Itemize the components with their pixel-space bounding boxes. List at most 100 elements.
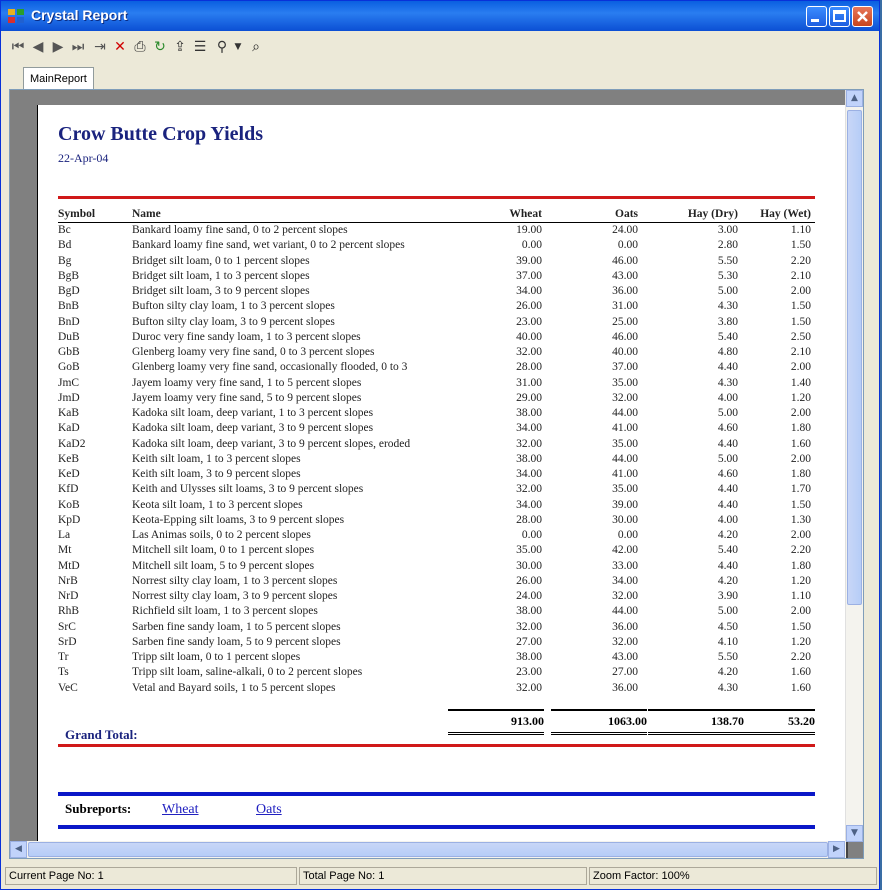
cell-wheat: 30.00 <box>516 559 542 572</box>
search-icon[interactable]: ⌕ <box>247 37 265 57</box>
subreport-bottom-line <box>58 825 815 829</box>
cell-symbol: SrD <box>58 635 77 648</box>
cell-hay-dry: 3.00 <box>717 224 738 236</box>
table-row: KaD Kadoka silt loam, deep variant, 3 to … <box>58 421 815 436</box>
cell-hay-wet: 2.00 <box>790 529 811 541</box>
subreport-top-line <box>58 792 815 796</box>
cell-wheat: 40.00 <box>516 330 542 343</box>
cell-hay-wet: 1.10 <box>790 590 811 602</box>
table-row: BgB Bridget silt loam, 1 to 3 percent slo… <box>58 269 815 284</box>
cell-wheat: 32.00 <box>516 346 542 358</box>
subreport-link-wheat[interactable]: Wheat <box>162 802 199 818</box>
table-row: KfD Keith and Ulysses silt loams, 3 to 9 … <box>58 482 815 497</box>
cell-symbol: MtD <box>58 559 80 572</box>
table-row: Tr Tripp silt loam, 0 to 1 percent slopes… <box>58 650 815 665</box>
cell-oats: 36.00 <box>612 285 638 297</box>
col-name: Name <box>132 208 161 220</box>
table-row: BnD Bufton silty clay loam, 3 to 9 percen… <box>58 315 815 330</box>
cell-hay-wet: 1.20 <box>790 391 811 404</box>
cell-hay-wet: 2.10 <box>790 346 811 358</box>
scroll-right-icon[interactable]: ▶ <box>828 841 845 858</box>
cell-name: Kadoka silt loam, deep variant, 3 to 9 p… <box>132 422 374 435</box>
cell-wheat: 23.00 <box>516 666 542 679</box>
scroll-up-icon[interactable]: ▲ <box>846 90 863 107</box>
export-icon[interactable]: ⇪ <box>171 37 189 57</box>
stop-icon[interactable]: ✕ <box>111 37 129 57</box>
cell-hay-dry: 3.80 <box>717 315 738 328</box>
group-tree-icon[interactable]: ☰ <box>191 37 209 57</box>
zoom-dropdown-icon[interactable]: ▼ <box>229 37 247 57</box>
previous-page-icon[interactable]: ◀ <box>29 37 47 57</box>
cell-wheat: 39.00 <box>516 254 542 267</box>
scroll-left-icon[interactable]: ◀ <box>10 841 27 858</box>
cell-hay-dry: 4.20 <box>717 574 738 587</box>
cell-wheat: 34.00 <box>516 468 542 480</box>
horizontal-scrollbar[interactable]: ◀ ▶ <box>10 841 846 858</box>
cell-hay-dry: 4.60 <box>717 468 738 480</box>
cell-symbol: KpD <box>58 513 81 526</box>
cell-symbol: KeD <box>58 468 80 480</box>
scroll-down-icon[interactable]: ▼ <box>846 825 863 842</box>
cell-hay-dry: 4.10 <box>717 635 738 648</box>
goto-page-icon[interactable]: ⇥ <box>91 37 109 57</box>
cell-name: Kadoka silt loam, deep variant, 3 to 9 p… <box>132 437 411 450</box>
tab-main-report[interactable]: MainReport <box>23 67 94 90</box>
cell-hay-wet: 2.00 <box>790 452 811 465</box>
cell-hay-dry: 4.20 <box>717 666 738 679</box>
cell-hay-wet: 2.20 <box>790 254 811 267</box>
cell-name: Tripp silt loam, saline-alkali, 0 to 2 p… <box>132 666 363 679</box>
cell-hay-wet: 1.80 <box>790 422 811 435</box>
table-row: BgD Bridget silt loam, 3 to 9 percent slo… <box>58 284 815 299</box>
cell-wheat: 38.00 <box>516 605 542 618</box>
vertical-scroll-thumb[interactable] <box>847 110 862 605</box>
table-row: DuB Duroc very fine sandy loam, 1 to 3 pe… <box>58 330 815 345</box>
cell-symbol: RhB <box>58 605 80 618</box>
table-row: KeB Keith silt loam, 1 to 3 percent slope… <box>58 452 815 467</box>
print-icon[interactable]: ⎙ <box>131 37 149 57</box>
col-wheat: Wheat <box>509 208 542 220</box>
table-row: La Las Animas soils, 0 to 2 percent slope… <box>58 528 815 543</box>
cell-name: Bridget silt loam, 1 to 3 percent slopes <box>132 269 310 282</box>
subreport-link-oats[interactable]: Oats <box>256 802 282 818</box>
report-viewport: Crow Butte Crop Yields 22-Apr-04 Symbol … <box>9 89 864 859</box>
cell-hay-wet: 1.30 <box>790 513 811 526</box>
last-page-icon[interactable]: ⏭ <box>69 37 87 57</box>
cell-hay-wet: 2.20 <box>790 651 811 663</box>
cell-wheat: 26.00 <box>516 574 542 587</box>
cell-name: Kadoka silt loam, deep variant, 1 to 3 p… <box>132 407 374 419</box>
cell-hay-dry: 4.30 <box>717 300 738 313</box>
cell-oats: 44.00 <box>612 452 638 465</box>
cell-wheat: 32.00 <box>516 681 542 694</box>
next-page-icon[interactable]: ▶ <box>49 37 67 57</box>
cell-name: Norrest silty clay loam, 1 to 3 percent … <box>132 574 338 587</box>
cell-oats: 0.00 <box>617 529 638 541</box>
cell-symbol: Bc <box>58 224 71 236</box>
cell-hay-wet: 1.60 <box>790 666 811 679</box>
maximize-button[interactable] <box>829 6 850 27</box>
minimize-button[interactable] <box>806 6 827 27</box>
cell-oats: 39.00 <box>612 498 638 511</box>
refresh-icon[interactable]: ↻ <box>151 37 169 57</box>
status-bar: Current Page No: 1 Total Page No: 1 Zoom… <box>5 867 879 887</box>
cell-name: Tripp silt loam, 0 to 1 percent slopes <box>132 651 301 663</box>
cell-wheat: 29.00 <box>516 391 542 404</box>
cell-hay-wet: 1.50 <box>790 620 811 633</box>
report-date: 22-Apr-04 <box>58 151 109 165</box>
cell-name: Bufton silty clay loam, 1 to 3 percent s… <box>132 300 335 313</box>
cell-hay-dry: 4.20 <box>717 529 738 541</box>
cell-symbol: JmC <box>58 376 80 389</box>
cell-oats: 44.00 <box>612 407 638 419</box>
cell-wheat: 32.00 <box>516 620 542 633</box>
cell-hay-dry: 4.00 <box>717 513 738 526</box>
col-oats: Oats <box>615 208 638 220</box>
cell-name: Glenberg loamy very fine sand, 0 to 3 pe… <box>132 346 375 358</box>
vertical-scrollbar[interactable]: ▲ ▼ <box>845 90 863 842</box>
cell-wheat: 38.00 <box>516 452 542 465</box>
cell-hay-dry: 5.40 <box>717 544 738 557</box>
cell-wheat: 27.00 <box>516 635 542 648</box>
close-button[interactable] <box>852 6 873 27</box>
first-page-icon[interactable]: ⏮ <box>9 37 27 57</box>
horizontal-scroll-thumb[interactable] <box>28 842 828 857</box>
cell-symbol: NrD <box>58 590 79 602</box>
grand-total-hay-wet: 53.20 <box>719 709 815 735</box>
